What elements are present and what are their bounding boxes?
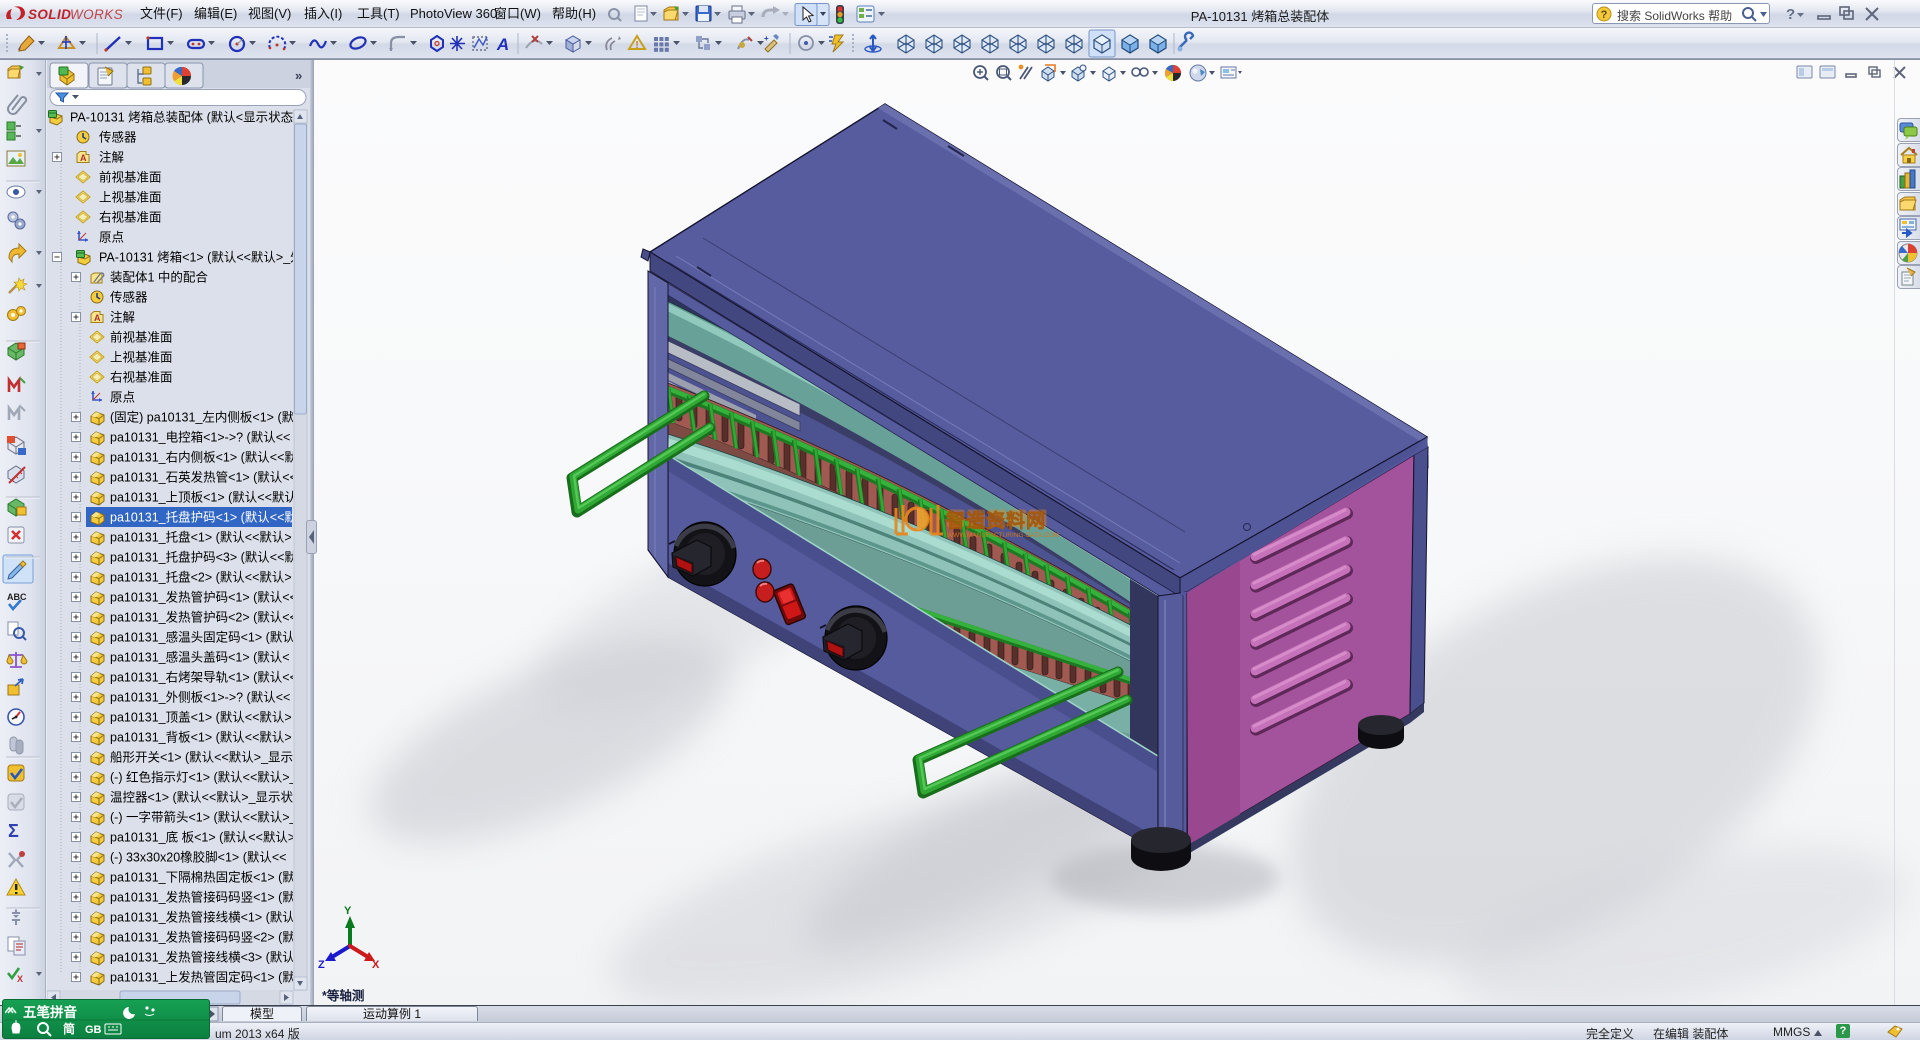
svg-text:上视基准面: 上视基准面 xyxy=(99,190,162,205)
svg-text:pa10131_上发热管固定码<1> (默: pa10131_上发热管固定码<1> (默 xyxy=(110,970,295,985)
svg-text:PA-10131 烤箱<1> (默认<<默认>_外: PA-10131 烤箱<1> (默认<<默认>_外 xyxy=(99,250,303,265)
svg-text:pa10131_感温头盖码<1> (默认<: pa10131_感温头盖码<1> (默认< xyxy=(110,650,290,665)
svg-text:Z: Z xyxy=(318,959,325,971)
svg-text:注解: 注解 xyxy=(110,310,135,325)
svg-text:前视基准面: 前视基准面 xyxy=(99,170,162,185)
svg-text:右视基准面: 右视基准面 xyxy=(99,210,162,225)
svg-text:上视基准面: 上视基准面 xyxy=(110,350,173,365)
svg-text:X: X xyxy=(372,959,380,971)
svg-text:?: ? xyxy=(1601,9,1608,21)
svg-text:pa10131_石英发热管<1> (默认<<: pa10131_石英发热管<1> (默认<< xyxy=(110,470,297,485)
svg-text:传感器: 传感器 xyxy=(110,290,148,305)
svg-text:pa10131_底 板<1> (默认<<默认>: pa10131_底 板<1> (默认<<默认> xyxy=(110,830,295,845)
svg-text:pa10131_发热管接线横<3> (默认: pa10131_发热管接线横<3> (默认 xyxy=(110,950,295,965)
svg-text:pa10131_托盘护码<1> (默认<<默: pa10131_托盘护码<1> (默认<<默 xyxy=(110,510,297,525)
svg-text:pa10131_右烤架导轨<1> (默认<<: pa10131_右烤架导轨<1> (默认<< xyxy=(110,670,297,685)
svg-text:pa10131_电控箱<1>->? (默认<<: pa10131_电控箱<1>->? (默认<< xyxy=(110,430,290,445)
svg-text:WWW.MANUFACTURING-DATA.COM: WWW.MANUFACTURING-DATA.COM xyxy=(947,532,1064,539)
svg-text:*等轴测: *等轴测 xyxy=(322,988,364,1003)
svg-text:A: A xyxy=(496,35,509,54)
svg-text:前视基准面: 前视基准面 xyxy=(110,330,173,345)
svg-text:装配体1 中的配合: 装配体1 中的配合 xyxy=(110,270,208,285)
svg-text:PA-10131 烤箱总装配体 (默认<显示状态: PA-10131 烤箱总装配体 (默认<显示状态 xyxy=(70,110,293,125)
svg-text:pa10131_发热管护码<1> (默认<<: pa10131_发热管护码<1> (默认<< xyxy=(110,590,297,605)
svg-text:pa10131_发热管接线横<1> (默认: pa10131_发热管接线横<1> (默认 xyxy=(110,910,295,925)
svg-text:ABC: ABC xyxy=(7,592,27,602)
svg-text:+: + xyxy=(764,34,769,43)
svg-text:pa10131_发热管护码<2> (默认<<: pa10131_发热管护码<2> (默认<< xyxy=(110,610,297,625)
svg-text:pa10131_外侧板<1>->? (默认<<: pa10131_外侧板<1>->? (默认<< xyxy=(110,690,290,705)
svg-text:!: ! xyxy=(635,40,638,51)
svg-text:传感器: 传感器 xyxy=(99,130,137,145)
svg-text:GB: GB xyxy=(85,1024,102,1036)
svg-text:(-) 一字带箭头<1> (默认<<默认>_: (-) 一字带箭头<1> (默认<<默认>_ xyxy=(110,810,298,825)
svg-text:五笔拼音: 五笔拼音 xyxy=(23,1004,77,1020)
svg-text:简: 简 xyxy=(63,1021,75,1036)
svg-text:原点: 原点 xyxy=(110,391,135,405)
svg-text:pa10131_发热管接码码竖<1> (默: pa10131_发热管接码码竖<1> (默 xyxy=(110,890,295,905)
svg-text:pa10131_下隔棉热固定板<1> (默: pa10131_下隔棉热固定板<1> (默 xyxy=(110,870,295,885)
svg-text:pa10131_背板<1> (默认<<默认>: pa10131_背板<1> (默认<<默认> xyxy=(110,730,292,745)
svg-text:WORKS: WORKS xyxy=(70,7,123,22)
svg-text:船形开关<1> (默认<<默认>_显示: 船形开关<1> (默认<<默认>_显示 xyxy=(110,750,293,765)
svg-text:(固定) pa10131_左内侧板<1> (默: (固定) pa10131_左内侧板<1> (默 xyxy=(110,410,295,425)
svg-text:(-) 33x30x20橡胶脚<1> (默认<<: (-) 33x30x20橡胶脚<1> (默认<< xyxy=(110,850,286,865)
svg-text:pa10131_托盘<2> (默认<<默认>: pa10131_托盘<2> (默认<<默认> xyxy=(110,570,292,585)
svg-text:»: » xyxy=(295,68,302,83)
svg-text:Σ: Σ xyxy=(8,821,19,841)
svg-text:Y: Y xyxy=(344,905,352,917)
svg-text:SOLID: SOLID xyxy=(28,7,71,22)
svg-text:?: ? xyxy=(1786,6,1795,23)
svg-text:pa10131_托盘<1> (默认<<默认>: pa10131_托盘<1> (默认<<默认> xyxy=(110,530,292,545)
svg-text:注解: 注解 xyxy=(99,150,124,165)
svg-text:pa10131_感温头固定码<1> (默认: pa10131_感温头固定码<1> (默认 xyxy=(110,630,295,645)
svg-text:右视基准面: 右视基准面 xyxy=(110,370,173,385)
svg-text:原点: 原点 xyxy=(99,231,124,245)
svg-text:pa10131_顶盖<1> (默认<<默认>: pa10131_顶盖<1> (默认<<默认> xyxy=(110,710,292,725)
svg-text:pa10131_上顶板<1> (默认<<默认: pa10131_上顶板<1> (默认<<默认 xyxy=(110,490,297,505)
svg-text:pa10131_右内侧板<1> (默认<<默: pa10131_右内侧板<1> (默认<<默 xyxy=(110,450,297,465)
svg-text:X: X xyxy=(17,974,23,984)
svg-text:智造资料网: 智造资料网 xyxy=(946,509,1046,532)
svg-text:(-) 红色指示灯<1> (默认<<默认>_: (-) 红色指示灯<1> (默认<<默认>_ xyxy=(110,770,298,785)
svg-text:pa10131_托盘护码<3> (默认<<默: pa10131_托盘护码<3> (默认<<默 xyxy=(110,550,297,565)
svg-text:温控器<1> (默认<<默认>_显示状: 温控器<1> (默认<<默认>_显示状 xyxy=(110,790,294,805)
svg-text:pa10131_发热管接码码竖<2> (默: pa10131_发热管接码码竖<2> (默 xyxy=(110,930,295,945)
